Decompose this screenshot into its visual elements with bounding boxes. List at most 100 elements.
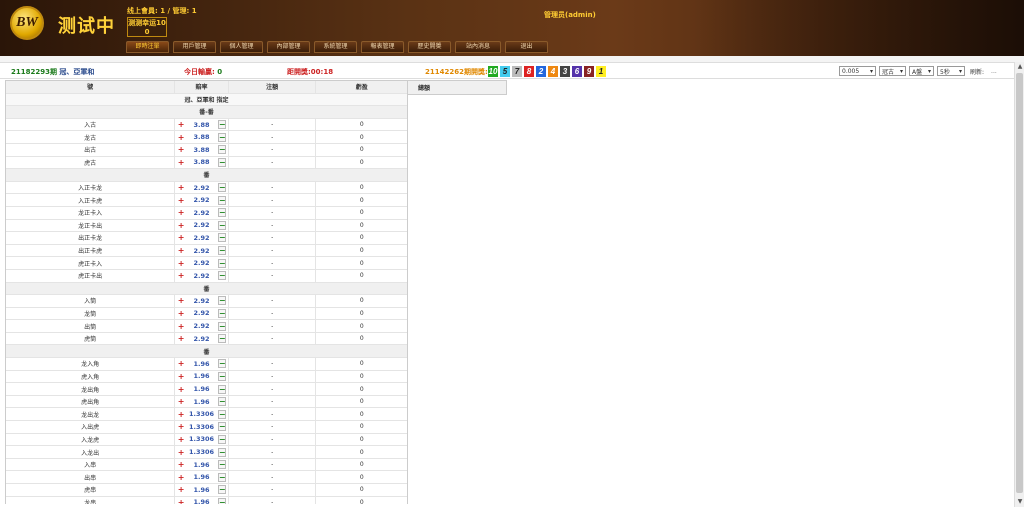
nav-logout[interactable]: 退出 <box>505 41 548 53</box>
increase-odds-button[interactable]: + <box>177 120 185 129</box>
draw-ball: 8 <box>524 66 534 77</box>
decrease-odds-button[interactable]: − <box>217 359 226 369</box>
table-row: 龙出角 +1.96− - 0 <box>6 383 407 396</box>
increase-odds-button[interactable]: + <box>177 221 185 230</box>
bet-label: 虎入角 <box>6 370 176 383</box>
table-row: 出筒 +2.92− - 0 <box>6 320 407 333</box>
decrease-odds-button[interactable]: − <box>217 397 226 407</box>
increase-odds-button[interactable]: + <box>177 296 185 305</box>
increase-odds-button[interactable]: + <box>177 183 185 192</box>
increase-odds-button[interactable]: + <box>177 372 185 381</box>
increase-odds-button[interactable]: + <box>177 359 185 368</box>
table-row: 入正卡龙 +2.92− - 0 <box>6 181 407 195</box>
odds-value: 2.92 <box>193 334 210 343</box>
decrease-odds-button[interactable]: − <box>217 120 226 130</box>
type-select[interactable]: 冠古 <box>879 66 906 76</box>
increase-odds-button[interactable]: + <box>177 498 185 504</box>
odds-cell: +1.3306− <box>175 421 229 433</box>
table-row: 龙筒 +2.92− - 0 <box>6 307 407 321</box>
nav-personal[interactable]: 個人管理 <box>220 41 263 53</box>
nav-live-bets[interactable]: 即時注單 <box>126 41 169 53</box>
decrease-odds-button[interactable]: − <box>217 195 226 205</box>
nav-messages[interactable]: 站內消息 <box>455 41 501 53</box>
increase-odds-button[interactable]: + <box>177 334 185 343</box>
profit-loss: 0 <box>359 335 364 343</box>
odds-value: 1.96 <box>193 473 210 482</box>
bet-amount: - <box>229 358 317 370</box>
profit-loss: 0 <box>359 259 364 267</box>
decrease-odds-button[interactable]: − <box>217 296 226 306</box>
profit-loss: 0 <box>359 272 364 280</box>
table-row: 龙古 +3.88− - 0 <box>6 131 407 144</box>
bet-amount: - <box>229 484 317 496</box>
increase-odds-button[interactable]: + <box>177 473 185 482</box>
nav-reports[interactable]: 報表管理 <box>361 41 404 53</box>
decrease-odds-button[interactable]: − <box>217 434 226 444</box>
increase-odds-button[interactable]: + <box>177 422 185 431</box>
increase-odds-button[interactable]: + <box>177 448 185 457</box>
increase-odds-button[interactable]: + <box>177 233 185 242</box>
decrease-odds-button[interactable]: − <box>217 220 226 230</box>
decrease-odds-button[interactable]: − <box>217 447 226 457</box>
odds-cell: +3.88− <box>175 118 229 131</box>
odds-value: 1.96 <box>193 460 210 469</box>
increase-odds-button[interactable]: + <box>177 410 185 419</box>
odds-cell: +1.96− <box>175 484 229 496</box>
increase-odds-button[interactable]: + <box>177 158 185 167</box>
increase-odds-button[interactable]: + <box>177 145 185 154</box>
decrease-odds-button[interactable]: − <box>217 246 226 256</box>
increase-odds-button[interactable]: + <box>177 435 185 444</box>
table-row: 入正卡虎 +2.92− - 0 <box>6 194 407 207</box>
decrease-odds-button[interactable]: − <box>217 145 226 155</box>
decrease-odds-button[interactable]: − <box>217 208 226 218</box>
decrease-odds-button[interactable]: − <box>217 485 226 495</box>
increase-odds-button[interactable]: + <box>177 485 185 494</box>
scroll-up-icon[interactable]: ▲ <box>1015 62 1024 72</box>
increase-odds-button[interactable]: + <box>177 385 185 394</box>
increase-odds-button[interactable]: + <box>177 133 185 142</box>
scroll-down-icon[interactable]: ▼ <box>1015 497 1024 507</box>
decrease-odds-button[interactable]: − <box>217 308 226 318</box>
increase-odds-button[interactable]: + <box>177 246 185 255</box>
plate-select[interactable]: A盤 <box>909 66 934 76</box>
decrease-odds-button[interactable]: − <box>217 321 226 331</box>
decrease-odds-button[interactable]: − <box>217 472 226 482</box>
bet-label: 出正卡龙 <box>6 232 176 244</box>
decrease-odds-button[interactable]: − <box>217 409 226 419</box>
increase-odds-button[interactable]: + <box>177 397 185 406</box>
interval-select[interactable]: 5秒 <box>937 66 965 76</box>
decrease-odds-button[interactable]: − <box>217 183 226 193</box>
table-row: 入出虎 +1.3306− - 0 <box>6 421 407 434</box>
increase-odds-button[interactable]: + <box>177 322 185 331</box>
nav-internal[interactable]: 內部管理 <box>267 41 310 53</box>
decrease-odds-button[interactable]: − <box>217 132 226 142</box>
decrease-odds-button[interactable]: − <box>217 334 226 344</box>
increase-odds-button[interactable]: + <box>177 309 185 318</box>
increase-odds-button[interactable]: + <box>177 271 185 280</box>
profit-loss: 0 <box>359 184 364 192</box>
decrease-odds-button[interactable]: − <box>217 384 226 394</box>
bet-label: 龙古 <box>6 131 176 143</box>
decrease-odds-button[interactable]: − <box>217 157 226 167</box>
increase-odds-button[interactable]: + <box>177 460 185 469</box>
nav-user-management[interactable]: 用戶管理 <box>173 41 216 53</box>
nav-system[interactable]: 系統管理 <box>314 41 357 53</box>
increase-odds-button[interactable]: + <box>177 259 185 268</box>
decrease-odds-button[interactable]: − <box>217 371 226 381</box>
decrease-odds-button[interactable]: − <box>217 258 226 268</box>
profit-loss: 0 <box>359 234 364 242</box>
decrease-odds-button[interactable]: − <box>217 460 226 470</box>
decrease-odds-button[interactable]: − <box>217 271 226 281</box>
nav-draw-history[interactable]: 歷史開獎 <box>408 41 451 53</box>
amount-select[interactable]: 0.005 <box>839 66 876 76</box>
info-bar: 21182293期 冠、亞軍和 今日輸贏: 0 距開獎:00:18 211422… <box>0 62 1024 79</box>
decrease-odds-button[interactable]: − <box>217 497 226 504</box>
increase-odds-button[interactable]: + <box>177 196 185 205</box>
bet-amount: - <box>229 307 317 320</box>
increase-odds-button[interactable]: + <box>177 208 185 217</box>
bet-amount: - <box>229 269 317 282</box>
decrease-odds-button[interactable]: − <box>217 422 226 432</box>
decrease-odds-button[interactable]: − <box>217 233 226 243</box>
page-scrollbar[interactable]: ▲ ▼ <box>1014 62 1024 507</box>
scroll-thumb[interactable] <box>1016 73 1023 493</box>
